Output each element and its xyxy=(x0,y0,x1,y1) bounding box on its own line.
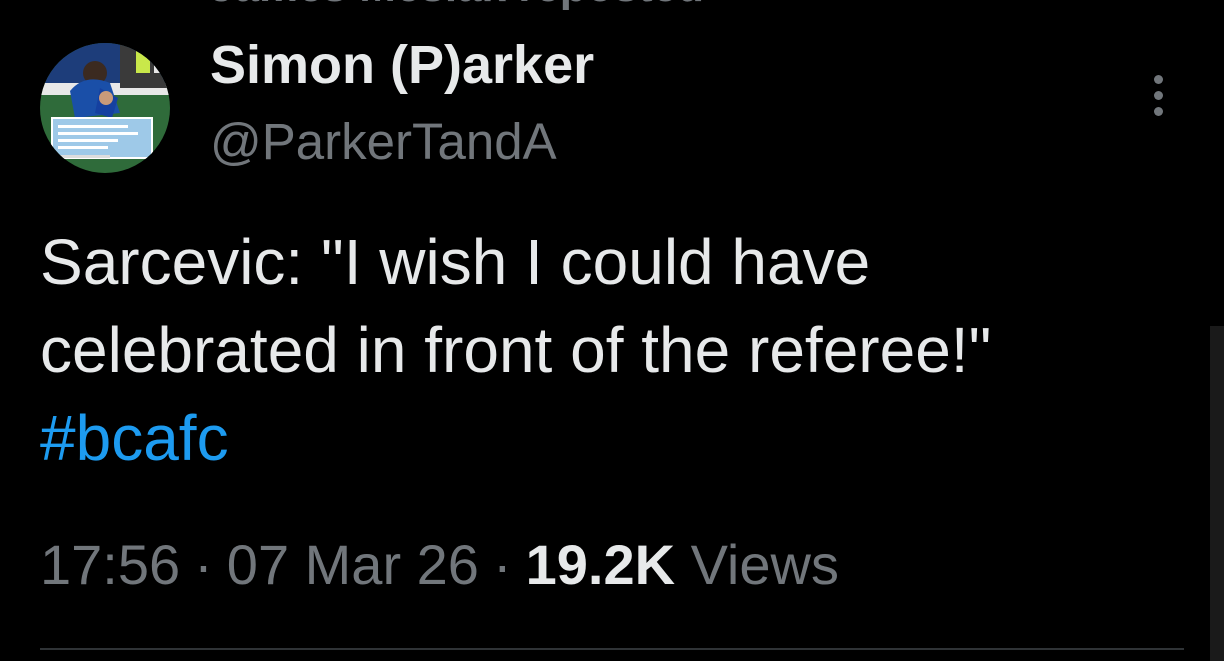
divider xyxy=(40,648,1184,650)
more-options-button[interactable] xyxy=(1140,70,1176,120)
repost-context[interactable]: James Mesiak reposted xyxy=(210,0,704,12)
tweet-date[interactable]: 07 Mar 26 xyxy=(227,533,479,596)
tweet-time[interactable]: 17:56 xyxy=(40,533,180,596)
meta-separator: · xyxy=(492,533,512,596)
more-vertical-icon-dot xyxy=(1153,90,1163,100)
hashtag-link[interactable]: #bcafc xyxy=(40,402,229,474)
views-count[interactable]: 19.2K xyxy=(526,533,675,596)
scrollbar[interactable] xyxy=(1210,326,1224,661)
tweet-text-line: Sarcevic: "I wish I could have xyxy=(40,226,871,298)
avatar[interactable] xyxy=(40,43,170,173)
tweet-text-line: celebrated in front of the referee!" xyxy=(40,314,992,386)
tweet-text: Sarcevic: "I wish I could have celebrate… xyxy=(40,218,1190,482)
author-handle[interactable]: @ParkerTandA xyxy=(210,112,557,171)
views-label[interactable]: Views xyxy=(691,533,839,596)
tweet-meta: 17:56 · 07 Mar 26 · 19.2K Views xyxy=(40,532,839,597)
avatar-image xyxy=(40,43,170,173)
author-display-name[interactable]: Simon (P)arker xyxy=(210,34,594,96)
more-vertical-icon xyxy=(1153,74,1163,84)
meta-separator: · xyxy=(194,533,213,596)
more-vertical-icon-dot xyxy=(1153,106,1163,116)
